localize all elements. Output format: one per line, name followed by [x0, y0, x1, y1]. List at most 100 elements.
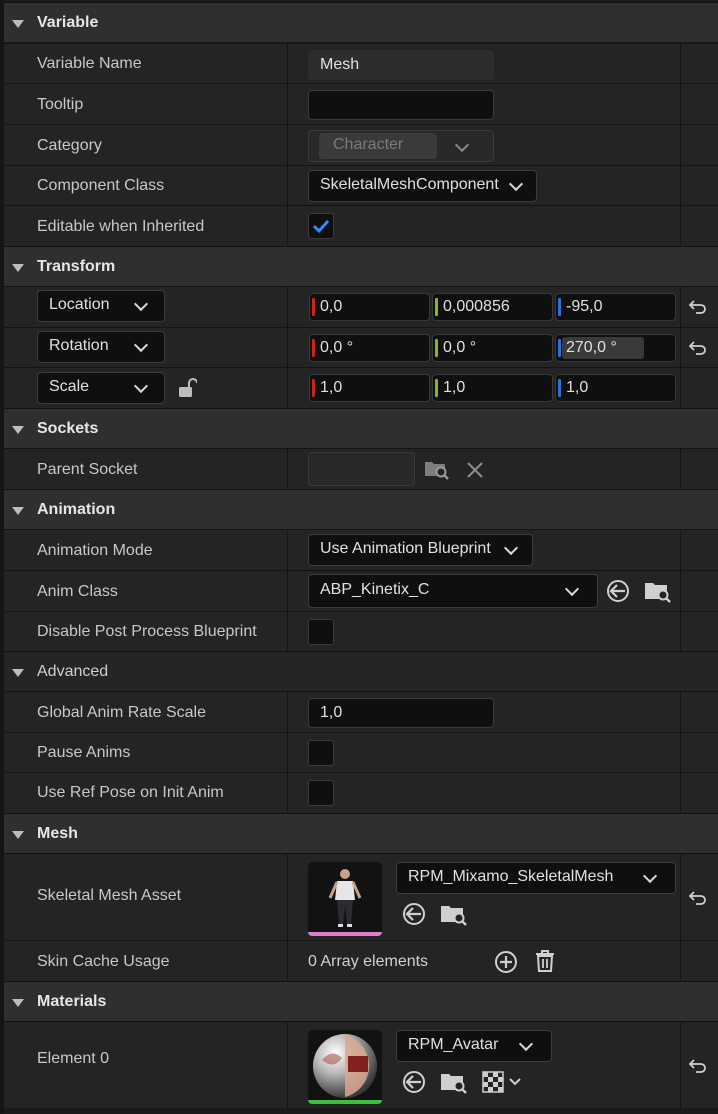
editable-label: Editable when Inherited — [37, 218, 205, 235]
section-title: Variable — [37, 14, 99, 31]
scale-z-field[interactable]: 1,0 — [555, 374, 676, 402]
chevron-down-icon — [454, 137, 470, 153]
add-element-icon[interactable] — [494, 950, 518, 974]
skeletal-mesh-thumbnail[interactable] — [308, 862, 382, 936]
tooltip-input[interactable] — [308, 90, 494, 120]
scale-x-field[interactable]: 1,0 — [309, 374, 430, 402]
component-class-label: Component Class — [37, 177, 165, 194]
animation-mode-dropdown[interactable]: Use Animation Blueprint — [308, 534, 533, 566]
row-use-ref-pose: Use Ref Pose on Init Anim — [4, 772, 718, 813]
editable-checkbox[interactable] — [308, 213, 334, 239]
component-class-dropdown[interactable]: SkeletalMeshComponent — [308, 170, 537, 202]
parent-socket-label: Parent Socket — [37, 461, 138, 478]
global-anim-rate-label: Global Anim Rate Scale — [37, 704, 206, 721]
pause-anims-checkbox[interactable] — [308, 740, 334, 766]
location-mode-dropdown[interactable]: Location — [37, 290, 165, 322]
trash-icon[interactable] — [534, 949, 556, 973]
section-title: Sockets — [37, 420, 99, 437]
reset-arrow-icon[interactable] — [688, 890, 708, 906]
rotation-y-value: 0,0 ° — [443, 339, 477, 356]
unlock-icon[interactable] — [177, 377, 197, 399]
rotation-z-value: 270,0 ° — [562, 337, 644, 359]
use-selected-arrow-icon[interactable] — [402, 1070, 426, 1094]
component-class-value: SkeletalMeshComponent — [320, 176, 499, 193]
browse-folder-icon[interactable] — [644, 578, 672, 604]
chevron-down-icon — [642, 868, 658, 884]
reset-arrow-icon[interactable] — [688, 299, 708, 315]
rotation-x-value: 0,0 ° — [320, 339, 354, 356]
collapse-arrow-icon[interactable] — [12, 831, 24, 839]
browse-folder-icon[interactable] — [440, 901, 468, 927]
skeletal-mesh-dropdown[interactable]: RPM_Mixamo_SkeletalMesh — [396, 862, 676, 894]
section-animation-header[interactable]: Animation — [4, 489, 718, 529]
checkmark-icon — [312, 219, 330, 234]
scale-y-field[interactable]: 1,0 — [432, 374, 553, 402]
location-label: Location — [49, 296, 110, 313]
category-value: Character — [319, 133, 437, 159]
skin-cache-usage-label: Skin Cache Usage — [37, 953, 170, 970]
checker-options-icon[interactable] — [482, 1071, 524, 1093]
row-skin-cache-usage: Skin Cache Usage 0 Array elements — [4, 940, 718, 981]
section-advanced-header[interactable]: Advanced — [4, 651, 718, 691]
material-value: RPM_Avatar — [408, 1036, 499, 1053]
row-editable-inherited: Editable when Inherited — [4, 205, 718, 246]
global-anim-rate-input[interactable]: 1,0 — [308, 698, 494, 728]
use-ref-pose-label: Use Ref Pose on Init Anim — [37, 784, 224, 801]
variable-name-label: Variable Name — [37, 55, 142, 72]
rotation-z-field[interactable]: 270,0 ° — [555, 334, 676, 362]
location-z-field[interactable]: -95,0 — [555, 293, 676, 321]
row-component-class: Component Class SkeletalMeshComponent — [4, 165, 718, 205]
collapse-arrow-icon[interactable] — [12, 999, 24, 1007]
material-thumbnail[interactable] — [308, 1030, 382, 1104]
section-sockets-header[interactable]: Sockets — [4, 408, 718, 448]
collapse-arrow-icon[interactable] — [12, 507, 24, 515]
category-label: Category — [37, 137, 102, 154]
collapse-arrow-icon[interactable] — [12, 426, 24, 434]
variable-name-input[interactable]: Mesh — [308, 50, 494, 80]
use-ref-pose-checkbox[interactable] — [308, 780, 334, 806]
row-material-element-0: Element 0 RPM_Avatar — [4, 1021, 718, 1108]
row-skeletal-mesh-asset: Skeletal Mesh Asset RPM_Mixamo_SkeletalM… — [4, 853, 718, 940]
rotation-label: Rotation — [49, 337, 109, 354]
collapse-arrow-icon[interactable] — [12, 669, 24, 677]
rotation-y-field[interactable]: 0,0 ° — [432, 334, 553, 362]
section-materials-header[interactable]: Materials — [4, 981, 718, 1021]
anim-class-dropdown[interactable]: ABP_Kinetix_C — [308, 574, 598, 608]
location-x-field[interactable]: 0,0 — [309, 293, 430, 321]
scale-mode-dropdown[interactable]: Scale — [37, 372, 165, 404]
chevron-down-icon — [133, 296, 149, 312]
row-tooltip: Tooltip — [4, 83, 718, 124]
anim-class-label: Anim Class — [37, 583, 118, 600]
row-anim-class: Anim Class ABP_Kinetix_C — [4, 570, 718, 611]
disable-post-process-label: Disable Post Process Blueprint — [37, 623, 257, 640]
rotation-x-field[interactable]: 0,0 ° — [309, 334, 430, 362]
browse-folder-icon[interactable] — [424, 457, 450, 481]
chevron-down-icon — [564, 581, 580, 597]
row-animation-mode: Animation Mode Use Animation Blueprint — [4, 529, 718, 570]
animation-mode-label: Animation Mode — [37, 542, 153, 559]
row-rotation: Rotation 0,0 ° 0,0 ° 270,0 ° — [4, 327, 718, 367]
section-title: Advanced — [37, 663, 109, 680]
reset-arrow-icon[interactable] — [688, 1058, 708, 1074]
section-mesh-header[interactable]: Mesh — [4, 813, 718, 853]
use-selected-arrow-icon[interactable] — [402, 902, 426, 926]
location-y-field[interactable]: 0,000856 — [432, 293, 553, 321]
row-variable-name: Variable Name Mesh — [4, 43, 718, 83]
collapse-arrow-icon[interactable] — [12, 264, 24, 272]
reset-arrow-icon[interactable] — [688, 340, 708, 356]
use-selected-arrow-icon[interactable] — [606, 579, 630, 603]
section-transform-header[interactable]: Transform — [4, 246, 718, 286]
clear-x-icon[interactable] — [465, 460, 485, 480]
rotation-mode-dropdown[interactable]: Rotation — [37, 331, 165, 363]
section-variable-header[interactable]: Variable — [4, 2, 718, 42]
category-dropdown[interactable]: Character — [308, 130, 494, 162]
collapse-arrow-icon[interactable] — [12, 20, 24, 28]
material-dropdown[interactable]: RPM_Avatar — [396, 1030, 552, 1062]
section-title: Animation — [37, 501, 116, 518]
parent-socket-input[interactable] — [308, 452, 415, 486]
disable-post-process-checkbox[interactable] — [308, 619, 334, 645]
location-z-value: -95,0 — [566, 298, 603, 315]
row-parent-socket: Parent Socket — [4, 448, 718, 489]
browse-folder-icon[interactable] — [440, 1069, 468, 1095]
anim-class-value: ABP_Kinetix_C — [320, 581, 430, 598]
